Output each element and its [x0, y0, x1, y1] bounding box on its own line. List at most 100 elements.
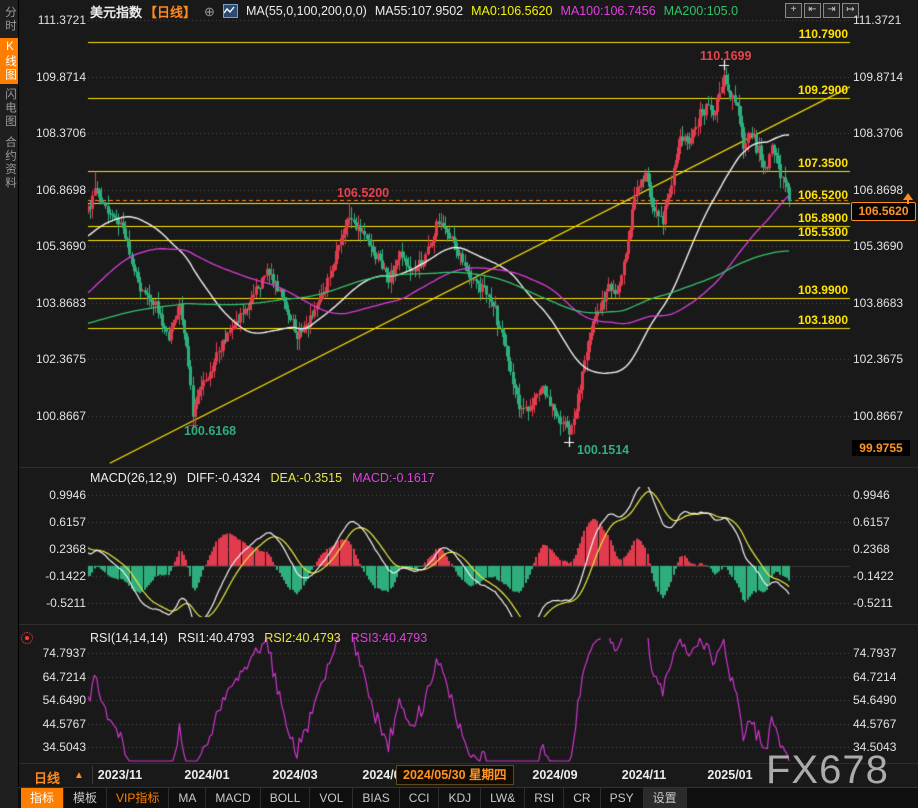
period-tag: 【日线】	[144, 2, 196, 21]
y-axis-label: 105.3690	[853, 239, 903, 253]
macd-macd-value: MACD:-0.1617	[352, 471, 435, 485]
sidebar-tab-4[interactable]: 合约资料	[0, 133, 18, 193]
latest-price-marker-icon	[903, 193, 913, 204]
y-axis-label: 108.3706	[22, 126, 86, 140]
y-axis-label: 103.8683	[22, 296, 86, 310]
period-selector[interactable]: 日线	[34, 768, 60, 787]
y-axis-label: 0.9946	[22, 488, 86, 502]
toolbar-item-RSI[interactable]: RSI	[525, 788, 564, 808]
y-axis-label: 0.6157	[22, 515, 86, 529]
current-price-badge: 106.5620	[851, 202, 916, 221]
y-axis-label: 44.5767	[22, 717, 86, 731]
rsi-title: RSI(14,14,14)	[90, 631, 168, 645]
y-axis-label: 111.3721	[22, 13, 86, 27]
y-axis-label: 54.6490	[22, 693, 86, 707]
rsi3-value: RSI3:40.4793	[351, 631, 427, 645]
toolbar-item-BIAS[interactable]: BIAS	[353, 788, 399, 808]
pan-icon[interactable]: +	[785, 3, 802, 18]
toolbar-item-指标[interactable]: 指标	[21, 788, 64, 808]
toolbar-item-设置[interactable]: 设置	[644, 788, 687, 808]
price-annotation: 100.1514	[577, 443, 629, 457]
level-price-label: 103.9900	[788, 283, 848, 297]
y-axis-label: 64.7214	[22, 670, 86, 684]
y-axis-label: 111.3721	[853, 13, 901, 27]
y-axis-label: 103.8683	[853, 296, 903, 310]
level-price-label: 105.8900	[788, 211, 848, 225]
price-chart-canvas[interactable]	[0, 0, 918, 808]
macd-header: MACD(26,12,9) DIFF:-0.4324 DEA:-0.3515 M…	[90, 471, 435, 485]
level-price-label: 103.1800	[788, 313, 848, 327]
macd-dea-value: DEA:-0.3515	[270, 471, 342, 485]
y-axis-label: 106.8698	[22, 183, 86, 197]
divider	[92, 766, 93, 784]
toolbar-item-VOL[interactable]: VOL	[310, 788, 353, 808]
period-arrow-icon[interactable]: ▲	[74, 770, 84, 781]
date-axis-label: 2023/11	[98, 768, 143, 782]
date-axis-label: 2024/01	[184, 768, 229, 782]
compress-time-icon[interactable]: ⇤	[804, 3, 821, 18]
range-min-badge: 99.9755	[852, 440, 910, 456]
toolbar-item-BOLL[interactable]: BOLL	[261, 788, 311, 808]
toolbar-item-MACD[interactable]: MACD	[206, 788, 260, 808]
indicator-marker-icon[interactable]	[21, 632, 33, 644]
level-price-label: 109.2900	[788, 83, 848, 97]
toolbar-item-CCI[interactable]: CCI	[400, 788, 440, 808]
toolbar-item-模板[interactable]: 模板	[64, 788, 107, 808]
y-axis-label: 105.3690	[22, 239, 86, 253]
y-axis-label: 64.7214	[853, 670, 896, 684]
price-annotation: 106.5200	[337, 186, 389, 200]
y-axis-label: -0.1422	[853, 569, 894, 583]
rsi1-value: RSI1:40.4793	[178, 631, 254, 645]
selected-date-badge: 2024/05/30 星期四	[396, 765, 514, 785]
y-axis-label: -0.5211	[853, 596, 893, 610]
price-annotation: 100.6168	[184, 424, 236, 438]
toolbar-item-KDJ[interactable]: KDJ	[439, 788, 481, 808]
y-axis-label: 0.2368	[22, 542, 86, 556]
y-axis-label: 44.5767	[853, 717, 896, 731]
chart-header: 美元指数【日线】 ⊕ MA(55,0,100,200,0,0) MA55:107…	[90, 3, 738, 19]
sidebar-tab-2[interactable]: K线图	[0, 38, 18, 84]
toolbar-item-VIP指标[interactable]: VIP指标	[107, 788, 169, 808]
y-axis-label: -0.5211	[22, 596, 86, 610]
rsi2-value: RSI2:40.4793	[264, 631, 340, 645]
macd-diff-value: DIFF:-0.4324	[187, 471, 261, 485]
y-axis-label: 102.3675	[853, 352, 903, 366]
price-annotation: 110.1699	[700, 49, 751, 63]
date-axis-label: 2024/09	[532, 768, 577, 782]
y-axis-label: 109.8714	[853, 70, 903, 84]
panel-separator	[18, 467, 918, 468]
sidebar-tab-3[interactable]: 闪电图	[0, 86, 18, 130]
symbol-name: 美元指数	[90, 2, 142, 21]
y-axis-label: 0.6157	[853, 515, 890, 529]
add-overlay-icon[interactable]: ⊕	[204, 5, 215, 18]
y-axis-label: 74.7937	[853, 646, 896, 660]
sidebar-tab-1[interactable]: 分时图	[0, 2, 18, 36]
y-axis-label: 109.8714	[22, 70, 86, 84]
toolbar-item-LW&[interactable]: LW&	[481, 788, 525, 808]
y-axis-label: 0.2368	[853, 542, 890, 556]
ma0-value: MA0:106.5620	[471, 4, 552, 18]
rsi-header: RSI(14,14,14) RSI1:40.4793 RSI2:40.4793 …	[90, 631, 427, 645]
macd-title: MACD(26,12,9)	[90, 471, 177, 485]
date-axis-label: 2024/11	[622, 768, 667, 782]
y-axis-label: -0.1422	[22, 569, 86, 583]
y-axis-label: 106.8698	[853, 183, 903, 197]
left-sidebar: 分时图 K线图闪电图合约资料	[0, 0, 19, 808]
y-axis-label: 74.7937	[22, 646, 86, 660]
y-axis-label: 54.6490	[853, 693, 896, 707]
ma-formula-label: MA(55,0,100,200,0,0)	[246, 4, 367, 18]
level-price-label: 105.5300	[788, 225, 848, 239]
toolbar-item-CR[interactable]: CR	[564, 788, 600, 808]
ma200-value: MA200:105.0	[664, 4, 738, 18]
ma55-value: MA55:107.9502	[375, 4, 463, 18]
y-axis-label: 100.8667	[853, 409, 903, 423]
expand-time-icon[interactable]: ⇥	[823, 3, 840, 18]
indicator-toolbar: 指标模板VIP指标MAMACDBOLLVOLBIASCCIKDJLW&RSICR…	[18, 787, 918, 808]
level-price-label: 110.7900	[788, 27, 848, 41]
toolbar-item-PSY[interactable]: PSY	[601, 788, 644, 808]
y-axis-label: 0.9946	[853, 488, 890, 502]
level-price-label: 107.3500	[788, 156, 848, 170]
toolbar-item-MA[interactable]: MA	[169, 788, 206, 808]
mini-chart-icon[interactable]	[223, 4, 238, 18]
panel-separator	[18, 624, 918, 625]
